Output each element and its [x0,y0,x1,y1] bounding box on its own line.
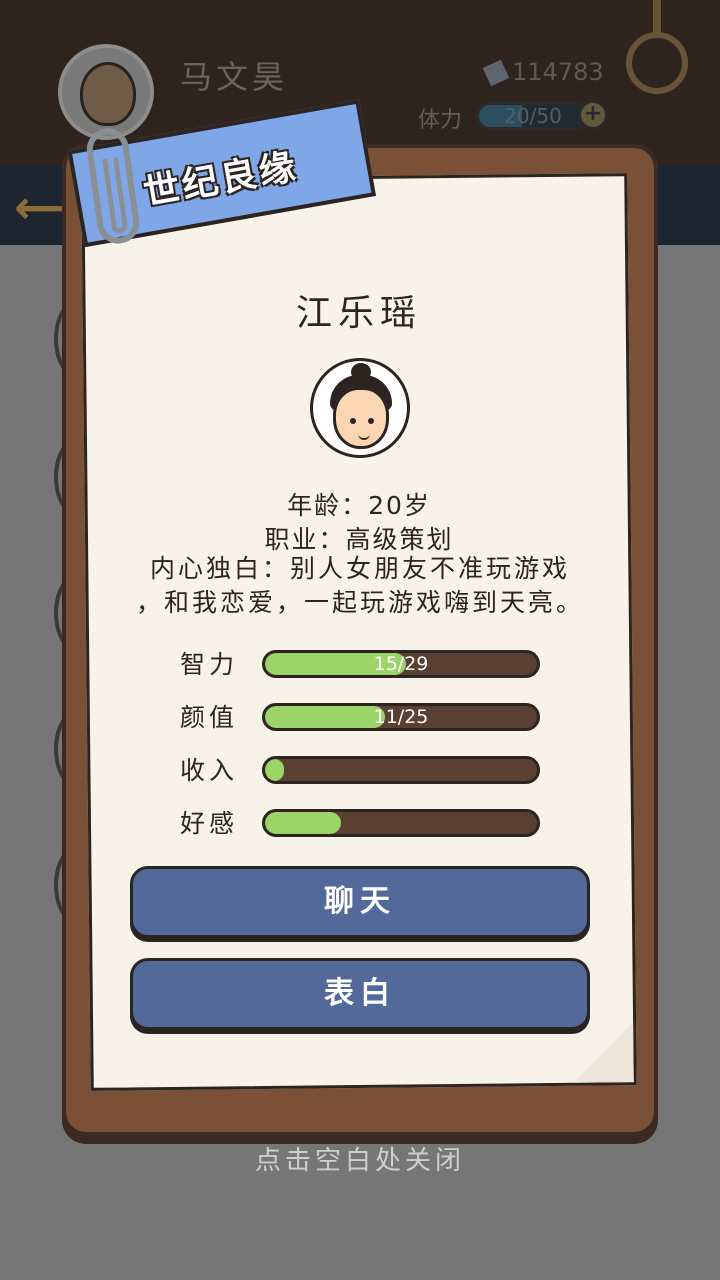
character-monologue: 内心独白：别人女朋友不准玩游戏 ，和我恋爱，一起玩游戏嗨到天亮。 [120,552,600,620]
stat-bar: 15/29 [262,650,540,678]
banknote-icon [482,59,510,87]
right-eye [368,418,374,424]
stat-label: 智力 [180,650,239,679]
stat-value: 11/25 [373,706,429,728]
stat-row-income: 收入 [180,754,550,788]
stat-row-intelligence: 智力 15/29 [180,648,550,682]
ring-icon[interactable] [626,32,688,94]
player-name: 马文昊 [180,58,289,96]
paper-fold [573,1022,634,1083]
stamina-bar: 20/50 [476,102,590,130]
money-display: 114783 [482,58,604,87]
ring-rod [653,0,661,36]
add-stamina-button[interactable]: + [578,100,608,130]
mouth [358,432,370,440]
stat-row-looks: 颜值 11/25 [180,701,550,735]
hair-bun [351,363,371,381]
confess-button[interactable]: 表白 [130,958,590,1030]
stat-bar [262,756,540,784]
stat-label: 收入 [180,756,239,785]
character-age: 年龄：20岁 [287,491,431,520]
stat-label: 颜值 [180,703,239,732]
left-eye [350,418,356,424]
stat-row-affection: 好感 [180,807,550,841]
player-avatar[interactable] [58,44,154,140]
stat-label: 好感 [180,809,239,838]
close-hint[interactable]: 点击空白处关闭 [0,1140,720,1177]
paperclip-inner [102,157,129,235]
stat-bar [262,809,540,837]
banner-title: 世纪良缘 [140,146,302,214]
character-job: 职业：高级策划 [264,525,454,554]
stat-bar: 11/25 [262,703,540,731]
character-name: 江乐瑶 [295,293,422,334]
stat-value: 15/29 [373,653,429,675]
monologue-line-1: 内心独白：别人女朋友不准玩游戏 [149,554,570,583]
girl-face-icon [333,387,389,449]
player-face-icon [80,62,136,126]
monologue-line-2: ，和我恋爱，一起玩游戏嗨到天亮。 [135,588,584,617]
stamina-label: 体力 [418,108,463,133]
money-value: 114783 [512,58,604,86]
character-avatar [310,358,410,458]
chat-button[interactable]: 聊天 [130,866,590,938]
stamina-value: 20/50 [504,104,562,128]
stat-fill [265,812,342,834]
stat-fill [265,759,285,781]
